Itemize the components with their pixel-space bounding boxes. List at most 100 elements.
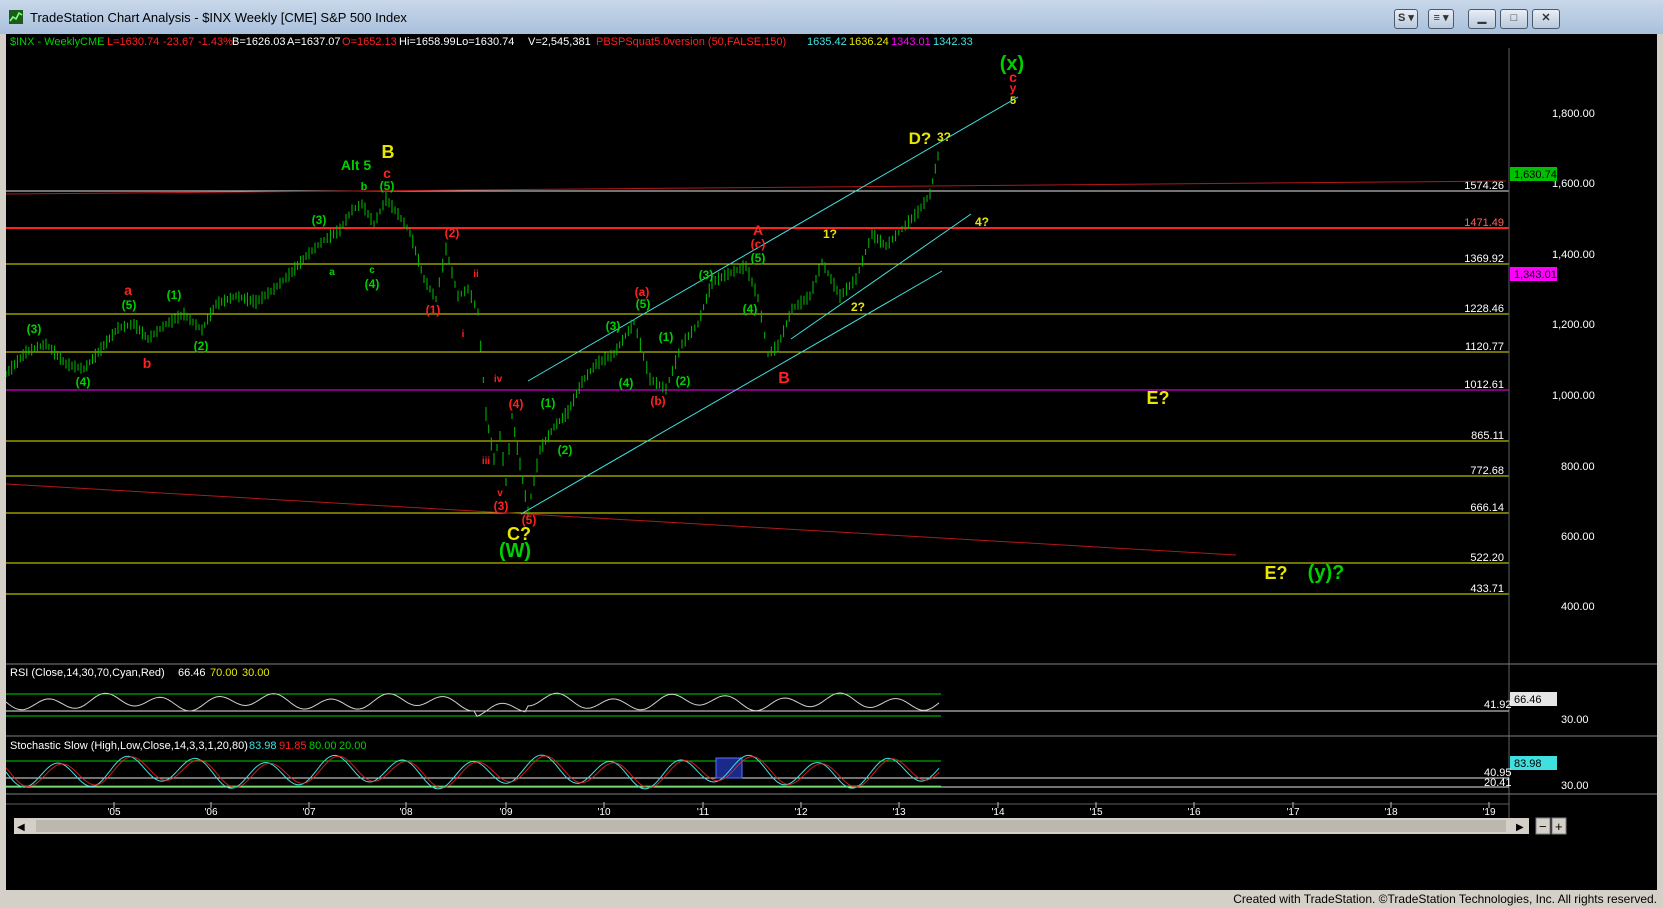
last-price-tag-text: 1,630.74 <box>1514 169 1557 181</box>
wave-label: (3) <box>312 213 327 227</box>
time-axis-label: '16 <box>1187 807 1200 818</box>
wave-label: (2) <box>445 226 460 240</box>
last-price: L=1630.74 <box>107 36 159 48</box>
stoch-k-line <box>5 754 940 790</box>
title-bar[interactable]: TradeStation Chart Analysis - $INX Weekl… <box>0 0 1663 34</box>
wave-label: (4) <box>76 375 91 389</box>
stoch-k-value: 83.98 <box>249 740 277 752</box>
minimize-button[interactable]: ▁ <box>1468 9 1496 29</box>
time-axis-label: '08 <box>399 807 412 818</box>
trendline-darkred-lower <box>5 483 1237 556</box>
wave-label: iv <box>494 374 503 385</box>
wave-label: c <box>369 265 375 276</box>
ask-price: A=1637.07 <box>287 36 341 48</box>
wave-label: 3? <box>937 130 951 144</box>
trendline-darkred-upper <box>5 180 1507 195</box>
study-value-2: 1636.24 <box>849 36 889 48</box>
price-axis-label: 600.00 <box>1561 531 1595 543</box>
wave-label: 4? <box>975 215 989 229</box>
wave-label: D? <box>909 129 932 148</box>
wave-label: (1) <box>426 303 441 317</box>
quote-header: $INX - Weekly CME L=1630.74 -23.67 -1.43… <box>10 36 973 48</box>
menu-button[interactable]: ≡ ▾ <box>1428 9 1454 29</box>
wave-label: (2) <box>194 339 209 353</box>
stoch-d-value: 91.85 <box>279 740 307 752</box>
study-value-1: 1635.42 <box>807 36 847 48</box>
exchange-label: CME <box>80 36 104 48</box>
time-axis-label: '14 <box>991 807 1004 818</box>
wave-label: i <box>462 329 465 340</box>
price-level-label: 1120.77 <box>1465 341 1504 353</box>
wave-label: (y)? <box>1308 562 1345 584</box>
time-axis-label: '12 <box>794 807 807 818</box>
wave-label: (2) <box>558 443 573 457</box>
rsi-oversold: 30.00 <box>242 667 270 679</box>
wave-label: B <box>778 370 790 387</box>
rsi-axis-label: 30.00 <box>1561 714 1589 726</box>
maximize-button[interactable]: □ <box>1500 9 1528 29</box>
time-axis-label: '09 <box>499 807 512 818</box>
chart-canvas[interactable]: $INX - Weekly CME L=1630.74 -23.67 -1.43… <box>5 34 1657 890</box>
price-axis-label: 1,600.00 <box>1552 178 1595 190</box>
wave-label: (5) <box>122 298 137 312</box>
chart-area[interactable]: $INX - Weekly CME L=1630.74 -23.67 -1.43… <box>5 34 1657 890</box>
price-level-label: 1012.61 <box>1464 379 1504 391</box>
price-level-label: 865.11 <box>1471 430 1504 442</box>
scroll-thumb[interactable] <box>36 820 1506 832</box>
tradestation-app-icon <box>9 10 23 24</box>
high-price: Hi=1658.99 <box>399 36 456 48</box>
time-axis-label: '11 <box>697 807 710 818</box>
wave-label: iii <box>482 456 491 467</box>
price-level-label: 772.68 <box>1470 465 1504 477</box>
wave-label: 5 <box>1010 95 1016 107</box>
symbol-link-button[interactable]: S ▾ <box>1394 9 1418 29</box>
window-title: TradeStation Chart Analysis - $INX Weekl… <box>30 10 407 25</box>
stoch-title: Stochastic Slow (High,Low,Close,14,3,3,1… <box>10 740 248 752</box>
time-axis-label: '15 <box>1089 807 1102 818</box>
price-level-label: 1228.46 <box>1464 303 1504 315</box>
bid-price: B=1626.03 <box>232 36 286 48</box>
rsi-value: 66.46 <box>178 667 206 679</box>
wave-label: b <box>143 355 152 371</box>
close-button[interactable]: ✕ <box>1532 9 1560 29</box>
scroll-left-arrow[interactable]: ◀ <box>17 822 25 833</box>
wave-label: ii <box>473 269 479 280</box>
scroll-right-arrow[interactable]: ▶ <box>1516 822 1524 833</box>
wave-label: (3) <box>494 499 509 513</box>
price-axis-label: 1,000.00 <box>1552 390 1595 402</box>
open-price: O=1652.13 <box>342 36 397 48</box>
zoom-out-icon: − <box>1539 819 1547 834</box>
price-level-label: 1369.92 <box>1464 253 1504 265</box>
price-level-label: 433.71 <box>1470 583 1504 595</box>
wave-label: (4) <box>619 376 634 390</box>
wave-label: B <box>382 142 395 162</box>
stochastic-panel[interactable]: Stochastic Slow (High,Low,Close,14,3,3,1… <box>5 740 1589 792</box>
wave-label: 1? <box>823 227 837 241</box>
channel-line-lower <box>520 270 943 515</box>
magenta-price-tag-text: 1,343.01 <box>1514 269 1557 281</box>
stoch-oversold: 20.00 <box>339 740 367 752</box>
stoch-level-2-label: 20.41 <box>1484 777 1512 789</box>
wave-label: 2? <box>851 300 865 314</box>
wave-label: A <box>753 222 763 238</box>
study-value-4: 1342.33 <box>933 36 973 48</box>
price-level-label: 1471.49 <box>1464 217 1504 229</box>
credit-text: Created with TradeStation. ©TradeStation… <box>1233 892 1657 906</box>
price-axis: 1,800.00 1,600.00 1,400.00 1,200.00 1,00… <box>1552 108 1595 613</box>
time-axis-label: '18 <box>1384 807 1397 818</box>
channel-line-inner <box>790 213 972 340</box>
price-level-label: 522.20 <box>1470 552 1504 564</box>
rsi-mid-label: 41.92 <box>1484 699 1512 711</box>
time-axis-label: '19 <box>1482 807 1495 818</box>
time-axis-label: '06 <box>204 807 217 818</box>
wave-label: E? <box>1264 563 1287 583</box>
zoom-in-icon: + <box>1555 819 1563 834</box>
wave-label: (5) <box>380 179 395 193</box>
time-axis-label: '07 <box>302 807 315 818</box>
wave-label: (b) <box>650 394 665 408</box>
rsi-panel[interactable]: RSI (Close,14,30,70,Cyan,Red) 66.46 70.0… <box>5 667 1589 726</box>
wave-label: (3) <box>699 268 714 282</box>
wave-label: y <box>1010 81 1017 95</box>
wave-label: b <box>361 181 368 193</box>
rsi-overbought: 70.00 <box>210 667 238 679</box>
